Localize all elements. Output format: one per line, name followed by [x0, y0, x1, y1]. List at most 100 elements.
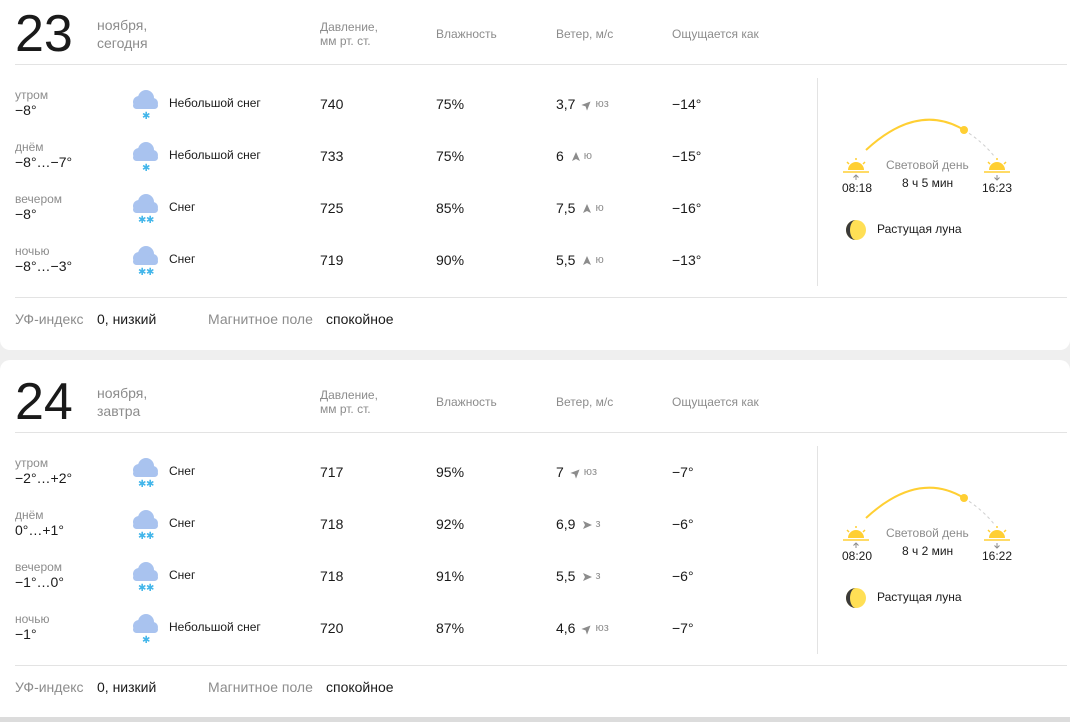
- magnetic-field-label: Магнитное поле: [208, 311, 313, 327]
- forecast-row: ночью −8°…−3° ✱ ✱ Снег 719 90% 5,5 ю −13°: [0, 244, 810, 296]
- humidity-value: 95%: [436, 464, 465, 480]
- wind-info: 5,5 з: [556, 568, 601, 585]
- humidity-header: Влажность: [436, 27, 497, 41]
- arrow-south-icon: [575, 203, 593, 215]
- forecast-row: вечером −8° ✱ ✱ Снег 725 85% 7,5 ю −16°: [0, 192, 810, 244]
- forecast-row: ночью −1° ✱ Небольшой снег 720 87% 4,6 юз −7°: [0, 612, 810, 664]
- wind-header: Ветер, м/с: [556, 395, 614, 409]
- wind-direction: ю: [595, 254, 604, 266]
- condition: Небольшой снег: [169, 620, 261, 634]
- day-extra-info: УФ-индекс 0, низкий Магнитное поле споко…: [0, 679, 810, 699]
- forecast-row: утром −2°…+2° ✱ ✱ Снег 717 95% 7 юз −7°: [0, 456, 810, 508]
- divider: [15, 665, 1067, 666]
- day-number: 23: [15, 5, 73, 63]
- pressure-value: 740: [320, 96, 344, 112]
- light-snow-icon: ✱: [129, 612, 159, 646]
- wind-info: 7 юз: [556, 464, 597, 481]
- temperature: −1°…0°: [15, 574, 64, 590]
- sunset-time: 16:22: [982, 549, 1013, 563]
- pressure-value: 718: [320, 568, 344, 584]
- condition: Небольшой снег: [169, 96, 261, 110]
- pressure-value: 718: [320, 516, 344, 532]
- arrow-southwest-icon: [575, 99, 593, 111]
- wind-speed: 6,9: [556, 516, 576, 532]
- day-part-label: ночью: [15, 612, 50, 626]
- svg-text:✱: ✱: [146, 267, 154, 276]
- feels-like-value: −16°: [672, 200, 702, 216]
- day-number: 24: [15, 373, 73, 431]
- divider: [15, 432, 1067, 433]
- pressure-value: 717: [320, 464, 344, 480]
- arrow-west-icon: [575, 519, 593, 531]
- moon-icon: [846, 220, 866, 240]
- sunrise-icon: [843, 526, 869, 548]
- wind-info: 6ю: [556, 148, 592, 165]
- condition: Снег: [169, 516, 196, 530]
- pressure-value: 733: [320, 148, 344, 164]
- temperature: −8°…−7°: [15, 154, 73, 170]
- sunrise-icon: [843, 158, 869, 180]
- feels-like-value: −6°: [672, 568, 694, 584]
- pressure-header: Давление, мм рт. ст.: [320, 388, 378, 416]
- sunset-icon: [984, 158, 1010, 181]
- wind-direction: з: [595, 570, 601, 582]
- svg-text:✱: ✱: [142, 163, 150, 172]
- wind-speed: 7: [556, 464, 564, 480]
- snow-icon: ✱ ✱: [129, 508, 159, 542]
- uv-index-value: 0, низкий: [97, 679, 157, 695]
- magnetic-field-value: спокойное: [326, 311, 394, 327]
- feels-like-header: Ощущается как: [672, 395, 759, 409]
- magnetic-field-label: Магнитное поле: [208, 679, 313, 695]
- day-card-tomorrow: 24 ноября, завтра Давление, мм рт. ст. В…: [0, 360, 1070, 717]
- day-label: ноября, сегодня: [97, 16, 217, 52]
- humidity-value: 90%: [436, 252, 465, 268]
- arrow-southwest-icon: [564, 467, 582, 479]
- wind-speed: 7,5: [556, 200, 576, 216]
- arrow-west-icon: [575, 571, 593, 583]
- snow-icon: ✱ ✱: [129, 456, 159, 490]
- snow-icon: ✱ ✱: [129, 192, 159, 226]
- sunset-time: 16:23: [982, 181, 1013, 195]
- forecast-row: вечером −1°…0° ✱ ✱ Снег 718 91% 5,5 з −6°: [0, 560, 810, 612]
- pressure-value: 720: [320, 620, 344, 636]
- temperature: 0°…+1°: [15, 522, 64, 538]
- humidity-value: 87%: [436, 620, 465, 636]
- day-label: ноября, завтра: [97, 384, 217, 420]
- condition: Небольшой снег: [169, 148, 261, 162]
- svg-text:✱: ✱: [146, 215, 154, 224]
- wind-direction: юз: [595, 98, 609, 110]
- magnetic-field-value: спокойное: [326, 679, 394, 695]
- sunrise-time: 08:18: [842, 181, 873, 195]
- condition: Снег: [169, 464, 196, 478]
- light-snow-icon: ✱: [129, 140, 159, 174]
- day-part-label: днём: [15, 508, 44, 522]
- wind-direction: ю: [583, 150, 593, 162]
- sun-info: 08:20 16:22 Световой день 8 ч 2 мин: [838, 480, 1028, 580]
- divider: [15, 64, 1067, 65]
- humidity-value: 91%: [436, 568, 465, 584]
- wind-speed: 5,5: [556, 568, 576, 584]
- moon-info: Растущая луна: [845, 587, 1005, 609]
- wind-direction: ю: [595, 202, 604, 214]
- wind-info: 3,7 юз: [556, 96, 609, 113]
- wind-info: 5,5 ю: [556, 252, 604, 269]
- day-part-label: утром: [15, 456, 49, 470]
- humidity-value: 85%: [436, 200, 465, 216]
- relative-day-label: сегодня: [97, 35, 148, 51]
- daylight-duration: 8 ч 2 мин: [902, 544, 954, 558]
- daylight-label: Световой день: [886, 526, 969, 540]
- condition: Снег: [169, 252, 196, 266]
- svg-text:✱: ✱: [142, 635, 150, 644]
- day-part-label: днём: [15, 140, 44, 154]
- wind-direction: з: [595, 518, 601, 530]
- wind-info: 4,6 юз: [556, 620, 609, 637]
- wind-speed: 4,6: [556, 620, 576, 636]
- wind-speed: 3,7: [556, 96, 576, 112]
- day-part-label: утром: [15, 88, 49, 102]
- day-part-label: ночью: [15, 244, 50, 258]
- temperature: −8°…−3°: [15, 258, 73, 274]
- svg-text:✱: ✱: [146, 531, 154, 540]
- feels-like-value: −14°: [672, 96, 702, 112]
- feels-like-value: −13°: [672, 252, 702, 268]
- uv-index-label: УФ-индекс: [15, 679, 84, 695]
